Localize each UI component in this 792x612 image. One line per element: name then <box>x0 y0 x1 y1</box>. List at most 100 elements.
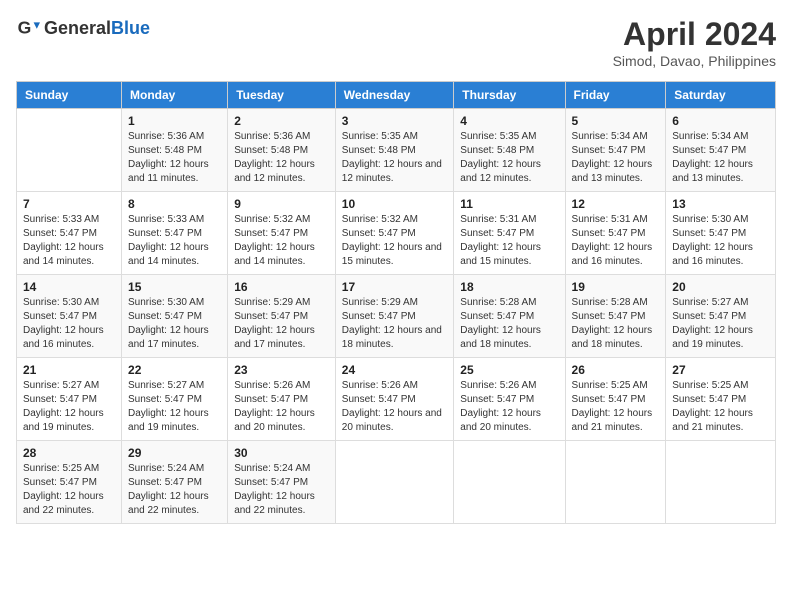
column-header-friday: Friday <box>565 82 666 109</box>
column-header-tuesday: Tuesday <box>228 82 336 109</box>
day-cell <box>454 441 565 524</box>
column-header-monday: Monday <box>122 82 228 109</box>
day-info: Sunrise: 5:26 AM Sunset: 5:47 PM Dayligh… <box>342 379 448 435</box>
calendar-header-row: SundayMondayTuesdayWednesdayThursdayFrid… <box>17 82 776 109</box>
day-number: 26 <box>572 363 660 377</box>
day-cell: 6Sunrise: 5:34 AM Sunset: 5:47 PM Daylig… <box>666 109 776 192</box>
day-cell: 25 Sunrise: 5:26 AM Sunset: 5:47 PM Dayli… <box>454 358 565 441</box>
day-cell: 18 Sunrise: 5:28 AM Sunset: 5:47 PM Dayli… <box>454 275 565 358</box>
day-cell: 24 Sunrise: 5:26 AM Sunset: 5:47 PM Dayli… <box>335 358 454 441</box>
day-number: 14 <box>23 280 115 294</box>
day-cell: 19 Sunrise: 5:28 AM Sunset: 5:47 PM Dayli… <box>565 275 666 358</box>
day-number: 21 <box>23 363 115 377</box>
week-row-4: 21 Sunrise: 5:27 AM Sunset: 5:47 PM Dayli… <box>17 358 776 441</box>
page-title: April 2024 <box>613 16 776 53</box>
day-info: Sunrise: 5:27 AM Sunset: 5:47 PM Dayligh… <box>23 379 115 435</box>
day-info: Sunrise: 5:34 AM Sunset: 5:47 PM Dayligh… <box>572 130 660 186</box>
column-header-sunday: Sunday <box>17 82 122 109</box>
day-cell <box>565 441 666 524</box>
logo-blue: Blue <box>111 18 150 38</box>
day-info: Sunrise: 5:24 AM Sunset: 5:47 PM Dayligh… <box>234 462 329 518</box>
day-cell: 15 Sunrise: 5:30 AM Sunset: 5:47 PM Dayli… <box>122 275 228 358</box>
logo-general: General <box>44 18 111 38</box>
day-info: Sunrise: 5:25 AM Sunset: 5:47 PM Dayligh… <box>23 462 115 518</box>
day-cell: 21 Sunrise: 5:27 AM Sunset: 5:47 PM Dayli… <box>17 358 122 441</box>
day-number: 25 <box>460 363 558 377</box>
day-number: 15 <box>128 280 221 294</box>
day-cell <box>335 441 454 524</box>
day-cell: 10 Sunrise: 5:32 AM Sunset: 5:47 PM Dayli… <box>335 192 454 275</box>
title-block: April 2024 Simod, Davao, Philippines <box>613 16 776 69</box>
day-number: 12 <box>572 197 660 211</box>
logo: G GeneralBlue <box>16 16 150 40</box>
day-number: 19 <box>572 280 660 294</box>
day-number: 17 <box>342 280 448 294</box>
day-number: 27 <box>672 363 769 377</box>
day-info: Sunrise: 5:29 AM Sunset: 5:47 PM Dayligh… <box>342 296 448 352</box>
day-cell: 23 Sunrise: 5:26 AM Sunset: 5:47 PM Dayli… <box>228 358 336 441</box>
day-cell <box>17 109 122 192</box>
day-number: 30 <box>234 446 329 460</box>
day-info: Sunrise: 5:30 AM Sunset: 5:47 PM Dayligh… <box>128 296 221 352</box>
day-info: Sunrise: 5:33 AM Sunset: 5:47 PM Dayligh… <box>128 213 221 269</box>
day-number: 24 <box>342 363 448 377</box>
day-info: Sunrise: 5:33 AM Sunset: 5:47 PM Dayligh… <box>23 213 115 269</box>
day-number: 2 <box>234 114 329 128</box>
day-info: Sunrise: 5:36 AM Sunset: 5:48 PM Dayligh… <box>128 130 221 186</box>
day-cell: 28Sunrise: 5:25 AM Sunset: 5:47 PM Dayli… <box>17 441 122 524</box>
day-cell: 22 Sunrise: 5:27 AM Sunset: 5:47 PM Dayli… <box>122 358 228 441</box>
day-info: Sunrise: 5:30 AM Sunset: 5:47 PM Dayligh… <box>672 213 769 269</box>
day-info: Sunrise: 5:35 AM Sunset: 5:48 PM Dayligh… <box>342 130 448 186</box>
day-info: Sunrise: 5:27 AM Sunset: 5:47 PM Dayligh… <box>128 379 221 435</box>
day-number: 29 <box>128 446 221 460</box>
week-row-5: 28Sunrise: 5:25 AM Sunset: 5:47 PM Dayli… <box>17 441 776 524</box>
day-info: Sunrise: 5:26 AM Sunset: 5:47 PM Dayligh… <box>460 379 558 435</box>
day-number: 18 <box>460 280 558 294</box>
day-cell: 3 Sunrise: 5:35 AM Sunset: 5:48 PM Daylig… <box>335 109 454 192</box>
calendar-table: SundayMondayTuesdayWednesdayThursdayFrid… <box>16 81 776 524</box>
day-info: Sunrise: 5:31 AM Sunset: 5:47 PM Dayligh… <box>572 213 660 269</box>
day-cell: 9 Sunrise: 5:32 AM Sunset: 5:47 PM Daylig… <box>228 192 336 275</box>
day-number: 23 <box>234 363 329 377</box>
day-cell: 8 Sunrise: 5:33 AM Sunset: 5:47 PM Daylig… <box>122 192 228 275</box>
day-cell: 4 Sunrise: 5:35 AM Sunset: 5:48 PM Daylig… <box>454 109 565 192</box>
day-info: Sunrise: 5:32 AM Sunset: 5:47 PM Dayligh… <box>342 213 448 269</box>
day-number: 22 <box>128 363 221 377</box>
day-cell: 30 Sunrise: 5:24 AM Sunset: 5:47 PM Dayli… <box>228 441 336 524</box>
day-info: Sunrise: 5:32 AM Sunset: 5:47 PM Dayligh… <box>234 213 329 269</box>
day-info: Sunrise: 5:36 AM Sunset: 5:48 PM Dayligh… <box>234 130 329 186</box>
day-number: 3 <box>342 114 448 128</box>
day-info: Sunrise: 5:34 AM Sunset: 5:47 PM Dayligh… <box>672 130 769 186</box>
week-row-2: 7Sunrise: 5:33 AM Sunset: 5:47 PM Daylig… <box>17 192 776 275</box>
day-info: Sunrise: 5:31 AM Sunset: 5:47 PM Dayligh… <box>460 213 558 269</box>
day-cell: 7Sunrise: 5:33 AM Sunset: 5:47 PM Daylig… <box>17 192 122 275</box>
day-cell: 29 Sunrise: 5:24 AM Sunset: 5:47 PM Dayli… <box>122 441 228 524</box>
day-info: Sunrise: 5:24 AM Sunset: 5:47 PM Dayligh… <box>128 462 221 518</box>
day-cell: 11Sunrise: 5:31 AM Sunset: 5:47 PM Dayli… <box>454 192 565 275</box>
day-info: Sunrise: 5:35 AM Sunset: 5:48 PM Dayligh… <box>460 130 558 186</box>
day-number: 10 <box>342 197 448 211</box>
day-info: Sunrise: 5:25 AM Sunset: 5:47 PM Dayligh… <box>672 379 769 435</box>
day-cell: 12 Sunrise: 5:31 AM Sunset: 5:47 PM Dayli… <box>565 192 666 275</box>
day-info: Sunrise: 5:30 AM Sunset: 5:47 PM Dayligh… <box>23 296 115 352</box>
day-info: Sunrise: 5:28 AM Sunset: 5:47 PM Dayligh… <box>572 296 660 352</box>
column-header-saturday: Saturday <box>666 82 776 109</box>
day-number: 4 <box>460 114 558 128</box>
day-cell: 5 Sunrise: 5:34 AM Sunset: 5:47 PM Daylig… <box>565 109 666 192</box>
day-number: 16 <box>234 280 329 294</box>
day-cell: 14 Sunrise: 5:30 AM Sunset: 5:47 PM Dayli… <box>17 275 122 358</box>
page-subtitle: Simod, Davao, Philippines <box>613 53 776 69</box>
day-cell: 20Sunrise: 5:27 AM Sunset: 5:47 PM Dayli… <box>666 275 776 358</box>
column-header-thursday: Thursday <box>454 82 565 109</box>
day-info: Sunrise: 5:26 AM Sunset: 5:47 PM Dayligh… <box>234 379 329 435</box>
day-number: 8 <box>128 197 221 211</box>
day-cell: 16 Sunrise: 5:29 AM Sunset: 5:47 PM Dayli… <box>228 275 336 358</box>
day-number: 1 <box>128 114 221 128</box>
day-number: 9 <box>234 197 329 211</box>
day-info: Sunrise: 5:28 AM Sunset: 5:47 PM Dayligh… <box>460 296 558 352</box>
day-number: 5 <box>572 114 660 128</box>
day-cell <box>666 441 776 524</box>
day-cell: 1 Sunrise: 5:36 AM Sunset: 5:48 PM Daylig… <box>122 109 228 192</box>
day-info: Sunrise: 5:29 AM Sunset: 5:47 PM Dayligh… <box>234 296 329 352</box>
day-cell: 26Sunrise: 5:25 AM Sunset: 5:47 PM Dayli… <box>565 358 666 441</box>
